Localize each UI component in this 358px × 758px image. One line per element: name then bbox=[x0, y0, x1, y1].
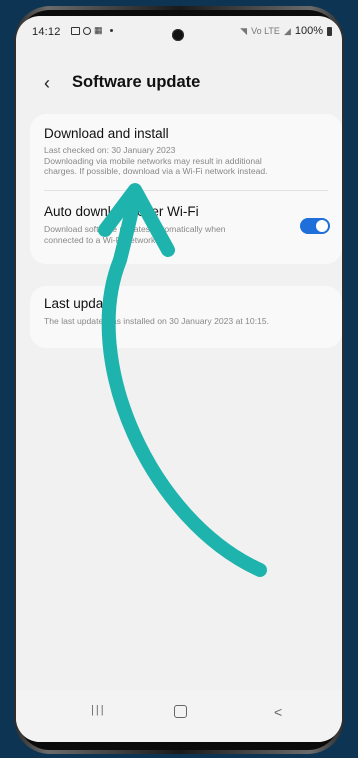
system-navigation-bar: ||| < bbox=[16, 690, 342, 742]
last-update-card[interactable]: Last update The last update was installe… bbox=[30, 286, 342, 348]
recent-apps-button[interactable]: ||| bbox=[91, 704, 106, 716]
download-and-install-title: Download and install bbox=[44, 126, 169, 141]
grid-notification-icon: ▦ bbox=[94, 25, 103, 35]
nav-back-button[interactable]: < bbox=[274, 704, 282, 720]
status-time: 14:12 bbox=[32, 26, 61, 38]
back-arrow-icon[interactable]: ‹ bbox=[44, 73, 50, 93]
auto-download-description-line-2: connected to a Wi-Fi network. bbox=[44, 234, 158, 245]
last-update-description: The last update was installed on 30 Janu… bbox=[44, 316, 270, 326]
battery-percent: 100% bbox=[294, 25, 323, 37]
item-divider bbox=[44, 190, 328, 191]
auto-download-description-line-1: Download software updates automatically … bbox=[44, 224, 226, 234]
phone-screen: 14:12 ▦ ◥ Vo LTE ◢ 100% ‹ Software updat… bbox=[16, 16, 342, 742]
more-notifications-dot-icon bbox=[109, 29, 113, 32]
last-checked-text: Last checked on: 30 January 2023 bbox=[44, 145, 176, 155]
home-button[interactable] bbox=[174, 705, 187, 718]
wifi-icon: ◥ bbox=[240, 25, 248, 36]
mobile-network-warning-line-1: Downloading via mobile networks may resu… bbox=[44, 155, 262, 166]
page-header: ‹ Software update bbox=[16, 71, 342, 101]
image-notification-icon bbox=[71, 26, 80, 35]
auto-download-toggle[interactable] bbox=[300, 218, 330, 234]
last-update-title: Last update bbox=[44, 296, 115, 311]
battery-icon bbox=[327, 26, 332, 36]
page-title: Software update bbox=[72, 73, 201, 91]
update-options-card: Download and install Last checked on: 30… bbox=[30, 114, 342, 264]
auto-download-title: Auto download over Wi-Fi bbox=[44, 204, 199, 219]
front-camera bbox=[172, 29, 184, 41]
mobile-network-warning-line-2: charges. If possible, download via a Wi-… bbox=[44, 166, 268, 176]
toggle-knob bbox=[316, 220, 328, 232]
status-notification-icons: ▦ bbox=[71, 25, 113, 36]
network-lte-label: Vo LTE bbox=[251, 26, 280, 36]
circle-notification-icon bbox=[83, 26, 91, 35]
signal-icon: ◢ bbox=[283, 25, 291, 36]
status-bar: 14:12 ▦ ◥ Vo LTE ◢ 100% bbox=[16, 16, 342, 46]
status-system-icons: ◥ Vo LTE ◢ 100% bbox=[240, 25, 332, 37]
